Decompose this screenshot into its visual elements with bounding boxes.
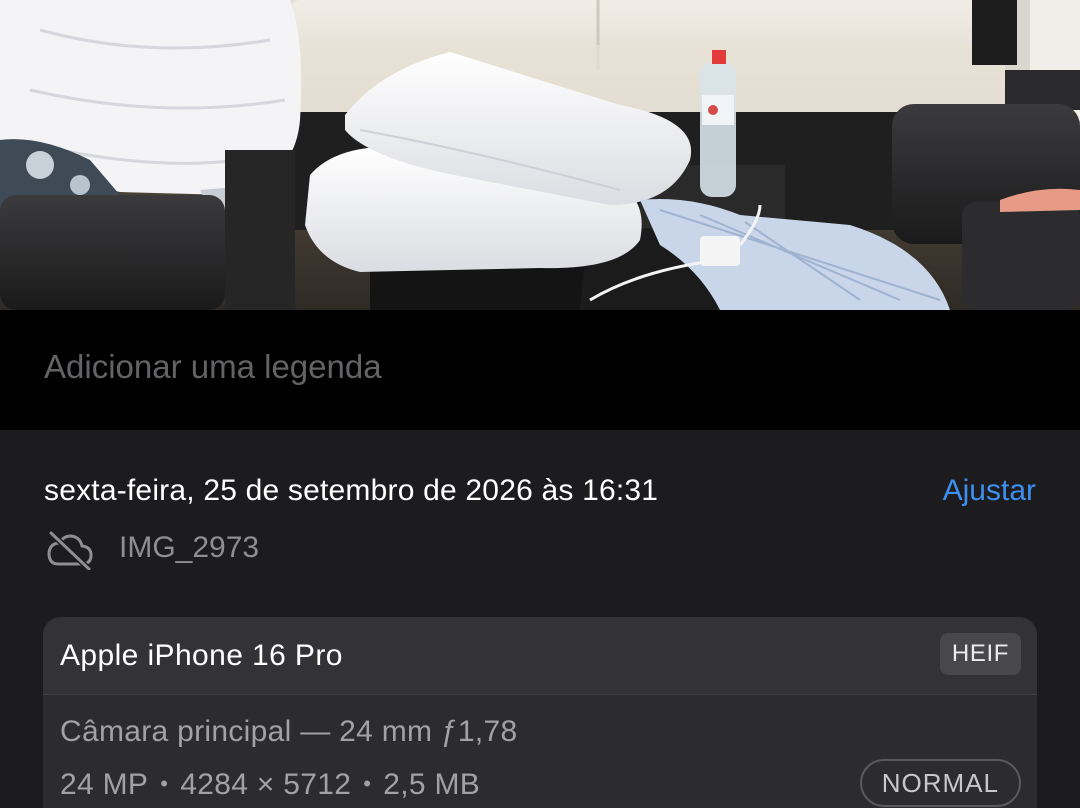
photo-image <box>0 0 1080 310</box>
image-specs: 24 MP • 4284 × 5712 • 2,5 MB <box>60 768 480 802</box>
file-size-label: 2,5 MB <box>383 768 481 801</box>
format-badge: HEIF <box>939 633 1021 675</box>
date-time-label: sexta-feira, 25 de setembro de 2026 às 1… <box>44 474 659 507</box>
lens-info: Câmara principal — 24 mm ƒ1,78 <box>60 715 518 748</box>
camera-card-header: Apple iPhone 16 Pro HEIF <box>43 617 1037 695</box>
cloud-slash-icon <box>47 530 93 570</box>
resolution-label: 24 MP <box>60 768 149 801</box>
filename-label: IMG_2973 <box>119 531 260 564</box>
adjust-button[interactable]: Ajustar <box>943 474 1036 508</box>
separator-dot: • <box>160 771 169 796</box>
photo-preview[interactable] <box>0 0 1080 310</box>
info-panel: sexta-feira, 25 de setembro de 2026 às 1… <box>0 430 1080 808</box>
camera-info-card: Apple iPhone 16 Pro HEIF Câmara principa… <box>43 617 1037 808</box>
dimensions-label: 4284 × 5712 <box>180 768 352 801</box>
device-name: Apple iPhone 16 Pro <box>60 639 343 672</box>
separator-dot: • <box>363 771 372 796</box>
photo-info-screen: sexta-feira, 25 de setembro de 2026 às 1… <box>0 0 1080 808</box>
capture-mode-badge: NORMAL <box>859 759 1021 807</box>
caption-bar <box>0 310 1080 430</box>
caption-input[interactable] <box>44 342 1034 392</box>
